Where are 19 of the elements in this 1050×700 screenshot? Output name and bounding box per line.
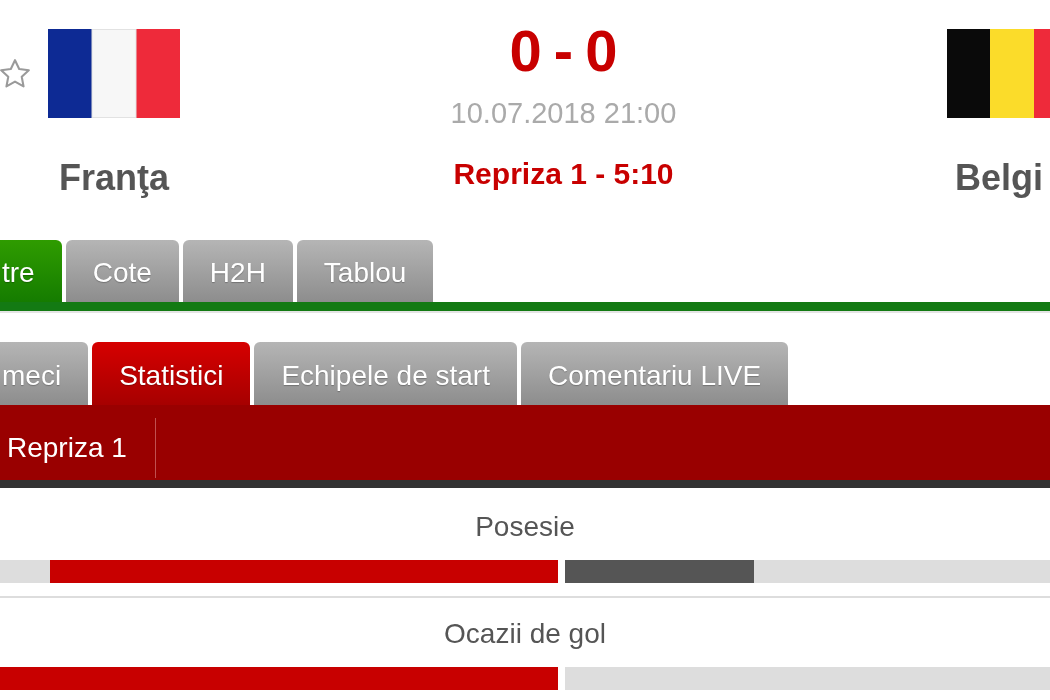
tab[interactable]: Echipele de start — [254, 342, 517, 405]
match-score: 0 - 0 — [509, 22, 618, 80]
stat-label: Ocazii de gol — [444, 620, 606, 648]
flag-icon — [48, 29, 180, 118]
tab[interactable]: Comentariu LIVE — [520, 342, 789, 405]
tab[interactable]: Tablou — [296, 240, 434, 302]
tab[interactable]: meci — [0, 342, 89, 405]
tab[interactable]: tre — [0, 240, 62, 302]
stat-label: Posesie — [475, 513, 575, 541]
match-status: Repriza 1 - 5:10 — [453, 159, 674, 189]
star-icon[interactable] — [0, 58, 30, 89]
match-date: 10.07.2018 21:00 — [450, 99, 677, 128]
tab[interactable]: Cote — [65, 240, 179, 302]
period-tab[interactable]: Repriza 1 — [0, 418, 156, 478]
tab[interactable]: H2H — [182, 240, 293, 302]
tab[interactable]: Statistici — [92, 342, 251, 405]
team-name: Franţa — [59, 160, 169, 196]
team-name: Belgi — [955, 160, 1043, 196]
flag-icon — [947, 29, 1050, 118]
